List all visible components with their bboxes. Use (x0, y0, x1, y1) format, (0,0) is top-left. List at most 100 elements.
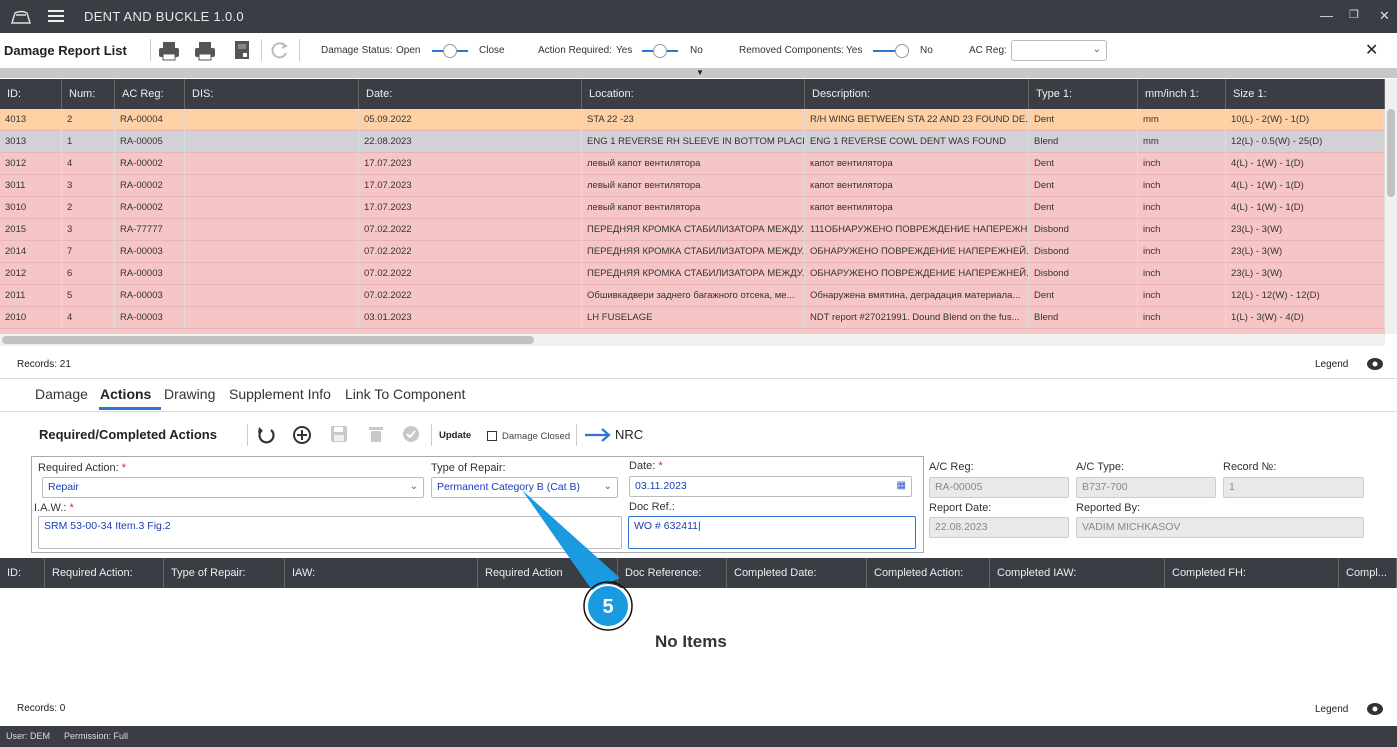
menu-icon[interactable] (47, 9, 65, 23)
doc-ref-label: Doc Ref.: (629, 501, 675, 513)
record-no-field: 1 (1223, 477, 1364, 498)
column-header[interactable]: AC Reg: (115, 79, 185, 109)
calendar-icon[interactable]: ▦ (897, 480, 906, 491)
column-header[interactable]: DIS: (185, 79, 359, 109)
column-header[interactable]: Date: (359, 79, 582, 109)
table-cell: 4(L) - 1(W) - 1(D) (1226, 153, 1385, 175)
table-cell: 2 (62, 197, 115, 219)
table-cell: ПЕРЕДНЯЯ КРОМКА СТАБИЛИЗАТОРА МЕЖДУ... (582, 219, 805, 241)
column-header[interactable]: Type 1: (1029, 79, 1138, 109)
minimize-button[interactable]: — (1320, 8, 1333, 23)
ac-reg-select[interactable]: ⌄ (1011, 40, 1107, 61)
export-excel-icon[interactable] (234, 40, 250, 60)
table-cell: RA-00003 (115, 263, 185, 285)
table-cell: 3 (62, 219, 115, 241)
table-cell: ENG 1 REVERSE COWL DENT WAS FOUND (805, 131, 1029, 153)
tab-supplement-info[interactable]: Supplement Info (229, 386, 331, 402)
table-cell: inch (1138, 307, 1226, 329)
table-cell: Dent (1029, 197, 1138, 219)
table-cell: ОБНАРУЖЕНО ПОВРЕЖДЕНИЕ НАПЕРЕЖНЕЙ... (805, 241, 1029, 263)
table-cell (185, 219, 359, 241)
table-cell: 07.02.2022 (359, 285, 582, 307)
table-cell: R/H WING BETWEEN STA 22 AND 23 FOUND DE.… (805, 109, 1029, 131)
table-cell: 5 (62, 285, 115, 307)
removed-components-toggle[interactable] (873, 44, 909, 58)
damage-status-toggle[interactable] (432, 44, 468, 58)
print-preview-icon[interactable] (194, 41, 216, 61)
column-header[interactable]: ID: (0, 558, 45, 588)
column-header[interactable]: Size 1: (1226, 79, 1385, 109)
table-row[interactable]: 2012 6 RA-00003 07.02.2022 ПЕРЕДНЯЯ КРОМКА С… (0, 263, 1385, 285)
column-header[interactable]: Type of Repair: (164, 558, 285, 588)
table-cell: Dent (1029, 109, 1138, 131)
table-row[interactable]: 3013 1 RA-00005 22.08.2023 ENG 1 REVERSE RH … (0, 131, 1385, 153)
column-header[interactable]: mm/inch 1: (1138, 79, 1226, 109)
required-action-select[interactable]: Repair ⌄ (42, 477, 424, 498)
refresh-icon[interactable] (269, 40, 289, 60)
table-cell: левый капот вентилятора (582, 153, 805, 175)
print-icon[interactable] (158, 41, 180, 61)
column-header[interactable]: Completed FH: (1165, 558, 1339, 588)
eye-icon[interactable] (1366, 357, 1384, 371)
damage-closed-checkbox[interactable] (487, 431, 497, 441)
iaw-input[interactable]: SRM 53-00-34 Item.3 Fig.2 (38, 516, 622, 549)
title-bar: DENT AND BUCKLE 1.0.0 — ❐ ✕ (0, 0, 1397, 33)
column-header[interactable]: Num: (62, 79, 115, 109)
column-header[interactable]: Compl... (1339, 558, 1397, 588)
horizontal-scrollbar[interactable] (0, 334, 1385, 346)
tab-drawing[interactable]: Drawing (164, 386, 215, 402)
eye-icon[interactable] (1366, 702, 1384, 716)
column-header[interactable]: Description: (805, 79, 1029, 109)
add-icon[interactable] (292, 425, 312, 445)
table-row[interactable]: 4013 2 RA-00004 05.09.2022 STA 22 -23 R/H WIN… (0, 109, 1385, 131)
close-window-button[interactable]: ✕ (1379, 8, 1390, 24)
table-cell: 2010 (0, 307, 62, 329)
column-header[interactable]: Completed IAW: (990, 558, 1165, 588)
action-required-toggle[interactable] (642, 44, 678, 58)
table-cell: RA-00005 (115, 131, 185, 153)
date-input[interactable]: 03.11.2023 ▦ (629, 476, 912, 497)
restore-button[interactable]: ❐ (1349, 8, 1359, 21)
approve-icon[interactable] (402, 425, 420, 443)
required-action-label: Required Action: * (38, 462, 127, 474)
save-icon[interactable] (330, 425, 348, 443)
column-header[interactable]: Completed Action: (867, 558, 990, 588)
table-cell (185, 131, 359, 153)
action-required-yes: Yes (616, 45, 633, 56)
column-header[interactable]: Required Action: (45, 558, 164, 588)
table-cell (185, 285, 359, 307)
table-row[interactable]: 2011 5 RA-00003 07.02.2022 Обшивкадвери задн… (0, 285, 1385, 307)
type-of-repair-select[interactable]: Permanent Category B (Cat B) ⌄ (431, 477, 618, 498)
update-button[interactable]: Update (439, 430, 471, 441)
table-row[interactable]: 3010 2 RA-00002 17.07.2023 левый капот венти… (0, 197, 1385, 219)
vertical-scrollbar[interactable] (1385, 79, 1397, 334)
table-cell (185, 175, 359, 197)
table-cell: 17.07.2023 (359, 197, 582, 219)
date-label: Date: * (629, 460, 663, 472)
table-row[interactable]: 2014 7 RA-00003 07.02.2022 ПЕРЕДНЯЯ КРОМКА С… (0, 241, 1385, 263)
tab-actions[interactable]: Actions (100, 386, 151, 402)
nrc-button[interactable]: NRC (615, 427, 643, 442)
tab-link-to-component[interactable]: Link To Component (345, 386, 465, 402)
close-panel-button[interactable]: ✕ (1365, 40, 1378, 60)
column-header[interactable]: Doc Reference: (618, 558, 727, 588)
splitter-handle[interactable]: ▼ (0, 68, 1397, 78)
column-header[interactable]: ID: (0, 79, 62, 109)
table-row[interactable]: 2015 3 RA-77777 07.02.2022 ПЕРЕДНЯЯ КРОМКА С… (0, 219, 1385, 241)
delete-icon[interactable] (368, 425, 384, 443)
tab-damage[interactable]: Damage (35, 386, 88, 402)
undo-icon[interactable] (256, 425, 276, 445)
column-header[interactable]: Completed Date: (727, 558, 867, 588)
column-header[interactable]: IAW: (285, 558, 478, 588)
table-cell: mm (1138, 109, 1226, 131)
column-header[interactable]: Required Action (478, 558, 618, 588)
table-cell: капот вентилятора (805, 197, 1029, 219)
table-row[interactable]: 3012 4 RA-00002 17.07.2023 левый капот венти… (0, 153, 1385, 175)
table-cell: 2 (62, 109, 115, 131)
table-row[interactable]: 2010 4 RA-00003 03.01.2023 LH FUSELAGE NDT re… (0, 307, 1385, 329)
column-header[interactable]: Location: (582, 79, 805, 109)
removed-components-yes: Yes (846, 45, 863, 56)
table-cell: 4(L) - 1(W) - 1(D) (1226, 197, 1385, 219)
doc-ref-input[interactable]: WO # 632411| (628, 516, 916, 549)
table-row[interactable]: 3011 3 RA-00002 17.07.2023 левый капот венти… (0, 175, 1385, 197)
